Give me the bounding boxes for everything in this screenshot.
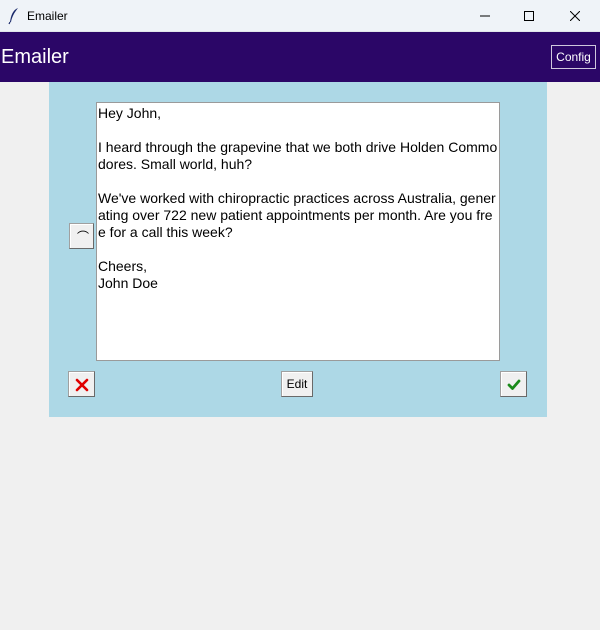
app-header: Emailer Config: [0, 32, 600, 82]
close-button[interactable]: [552, 0, 598, 32]
feather-icon: [8, 7, 20, 25]
edit-button[interactable]: Edit: [281, 371, 313, 397]
check-icon: [507, 379, 521, 390]
minimize-button[interactable]: [462, 0, 508, 32]
reject-button[interactable]: [68, 371, 95, 397]
title-bar: Emailer: [0, 0, 600, 32]
config-button[interactable]: Config: [551, 45, 596, 69]
maximize-button[interactable]: [506, 0, 552, 32]
minimize-icon: [480, 15, 490, 17]
close-icon: [570, 11, 580, 21]
email-body-textarea[interactable]: Hey John, I heard through the grapevine …: [96, 102, 500, 361]
x-icon: [75, 378, 89, 392]
email-panel: ⌒ Hey John, I heard through the grapevin…: [49, 82, 547, 417]
caret-up-icon: ⌒: [77, 230, 90, 244]
collapse-button[interactable]: ⌒: [69, 223, 94, 249]
approve-button[interactable]: [500, 371, 527, 397]
app-title: Emailer: [1, 46, 69, 68]
window-title: Emailer: [27, 9, 68, 23]
emailer-window: Emailer Emailer Config ⌒ Hey John, I hea…: [0, 0, 600, 630]
maximize-icon: [524, 11, 534, 21]
